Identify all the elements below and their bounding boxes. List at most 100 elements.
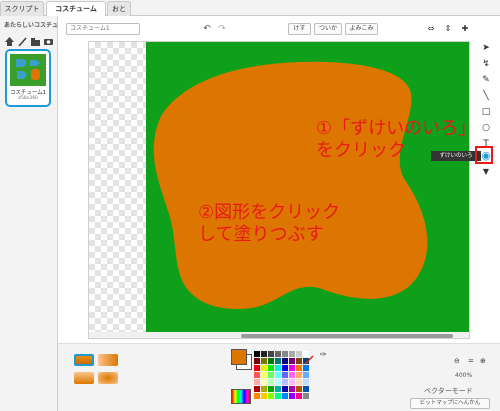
paint-brush-icon[interactable] [17,32,28,47]
palette-color-cell[interactable] [303,379,309,385]
annotation-step2-line1: ②図形をクリック [198,202,341,223]
palette-color-cell[interactable] [296,372,302,378]
palette-color-cell[interactable] [275,365,281,371]
palette-color-cell[interactable] [296,379,302,385]
clear-button[interactable]: けす [288,23,311,35]
zoom-out-icon[interactable]: ⊖ [454,357,460,365]
palette-color-cell[interactable] [289,393,295,399]
zoom-controls: ⊖ = ⊕ [454,357,490,367]
import-button[interactable]: よみこみ [345,23,378,35]
palette-color-cell[interactable] [268,351,274,357]
primary-color-swatch[interactable] [231,349,247,365]
palette-color-cell[interactable] [296,393,302,399]
palette-color-cell[interactable] [282,372,288,378]
costume-name-input[interactable]: コスチューム1 [66,23,140,35]
tab-costumes[interactable]: コスチューム [46,1,106,17]
palette-color-cell[interactable] [275,358,281,364]
flip-horizontal-icon[interactable]: ⇔ [424,23,438,35]
palette-color-cell[interactable] [296,386,302,392]
tab-sounds[interactable]: おと [107,1,131,16]
palette-color-cell[interactable] [254,379,260,385]
palette-color-cell[interactable] [282,358,288,364]
flip-vertical-icon[interactable]: ⇕ [441,23,455,35]
add-button[interactable]: ついか [314,23,342,35]
palette-color-cell[interactable] [303,386,309,392]
palette-color-cell[interactable] [268,393,274,399]
palette-color-cell[interactable] [268,372,274,378]
palette-color-cell[interactable] [261,393,267,399]
palette-color-cell[interactable] [289,379,295,385]
orange-blob-shape[interactable] [153,61,428,310]
tab-scripts[interactable]: スクリプト [0,1,44,16]
palette-color-cell[interactable] [275,372,281,378]
fill-color-tooltip: ずけいのいろ [431,151,481,161]
palette-color-cell[interactable] [268,386,274,392]
undo-icon[interactable]: ↶ [200,23,214,35]
palette-color-cell[interactable] [261,365,267,371]
palette-color-cell[interactable] [254,386,260,392]
palette-color-cell[interactable] [275,379,281,385]
palette-color-cell[interactable] [254,358,260,364]
redo-icon[interactable]: ↷ [215,23,229,35]
color-palette [254,351,330,411]
select-tool-icon[interactable]: ➤ [479,41,493,55]
palette-color-cell[interactable] [303,365,309,371]
palette-color-cell[interactable] [261,386,267,392]
palette-color-cell[interactable] [268,379,274,385]
costume-thumbnail-image [10,54,46,86]
zoom-reset-icon[interactable]: = [468,357,474,365]
upload-folder-icon[interactable] [30,32,41,46]
eyedropper-icon[interactable]: ✑ [320,350,330,360]
no-color-icon[interactable] [304,350,314,365]
palette-color-cell[interactable] [296,351,302,357]
palette-color-cell[interactable] [282,393,288,399]
palette-color-cell[interactable] [289,386,295,392]
new-costume-icons [4,32,56,47]
palette-color-cell[interactable] [254,393,260,399]
palette-color-cell[interactable] [261,379,267,385]
palette-color-cell[interactable] [261,351,267,357]
drawing-canvas[interactable] [88,41,470,339]
fill-vertical-gradient-button[interactable] [74,372,94,384]
palette-color-cell[interactable] [289,372,295,378]
palette-color-cell[interactable] [303,393,309,399]
palette-color-cell[interactable] [282,386,288,392]
convert-to-bitmap-button[interactable]: ビットマップにへんかん [410,398,490,409]
palette-color-cell[interactable] [282,365,288,371]
rectangle-tool-icon[interactable]: □ [479,105,493,119]
palette-color-cell[interactable] [303,372,309,378]
palette-color-cell[interactable] [282,379,288,385]
scrollbar-thumb[interactable] [241,334,453,338]
palette-color-cell[interactable] [275,386,281,392]
reshape-tool-icon[interactable]: ↯ [479,57,493,71]
fill-radial-gradient-button[interactable] [98,372,118,384]
palette-color-cell[interactable] [275,393,281,399]
line-tool-icon[interactable]: ╲ [479,89,493,103]
palette-color-cell[interactable] [296,365,302,371]
palette-color-cell[interactable] [261,358,267,364]
fill-solid-button[interactable] [74,354,94,366]
palette-color-cell[interactable] [296,358,302,364]
palette-color-cell[interactable] [282,351,288,357]
palette-color-cell[interactable] [289,351,295,357]
camera-icon[interactable] [43,32,54,45]
horizontal-scrollbar[interactable] [89,332,469,338]
fill-horizontal-gradient-button[interactable] [98,354,118,366]
ellipse-tool-icon[interactable]: ○ [479,121,493,135]
palette-color-cell[interactable] [254,365,260,371]
palette-color-cell[interactable] [275,351,281,357]
palette-color-cell[interactable] [289,358,295,364]
set-center-icon[interactable]: ✚ [458,23,472,35]
palette-color-cell[interactable] [254,372,260,378]
costume-thumbnail[interactable]: コスチューム1 458x360 [5,49,51,107]
palette-color-cell[interactable] [261,372,267,378]
color-picker-icon[interactable] [231,389,251,404]
duplicate-tool-icon[interactable]: ▼ [479,165,493,179]
costume-library-icon[interactable] [4,32,15,46]
palette-color-cell[interactable] [289,365,295,371]
palette-color-cell[interactable] [268,358,274,364]
pencil-tool-icon[interactable]: ✎ [479,73,493,87]
zoom-in-icon[interactable]: ⊕ [480,357,486,365]
palette-color-cell[interactable] [268,365,274,371]
palette-color-cell[interactable] [254,351,260,357]
